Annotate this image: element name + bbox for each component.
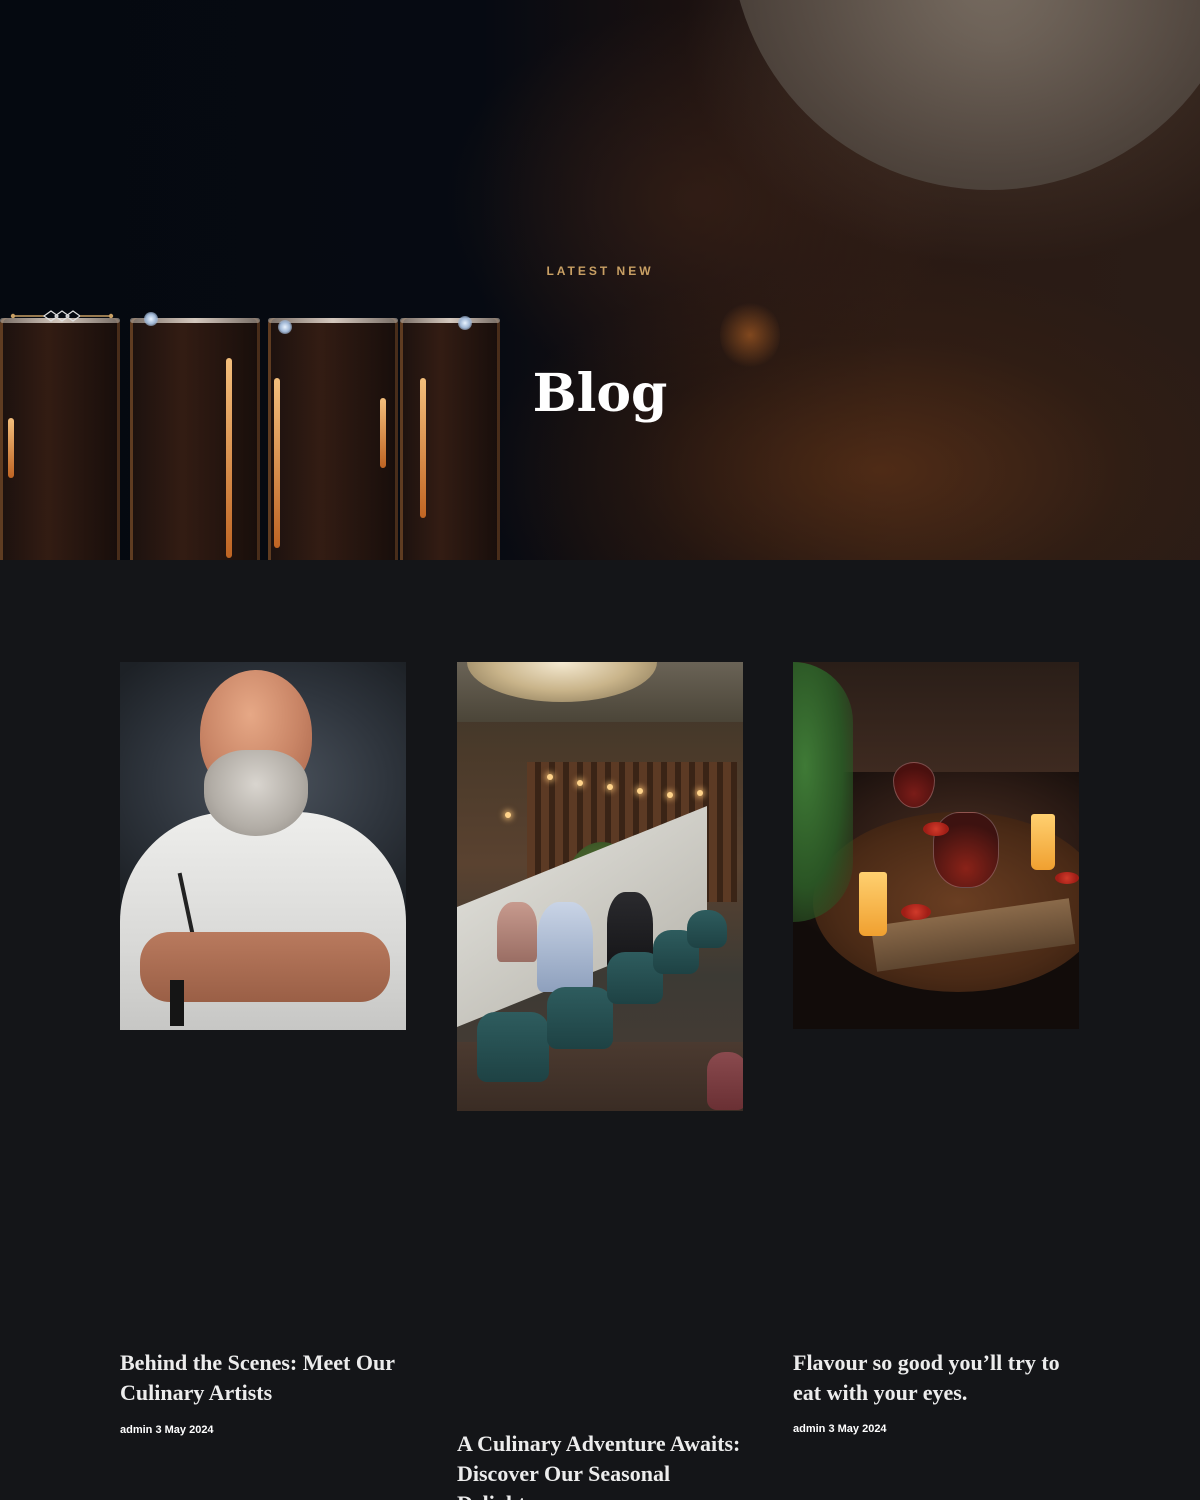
page-title: Blog — [532, 363, 668, 424]
blog-card-title[interactable]: Behind the Scenes: Meet Our Culinary Art… — [120, 1348, 406, 1408]
blog-card[interactable]: A Culinary Adventure Awaits: Discover Ou… — [457, 662, 743, 1500]
blog-card-image-chef[interactable] — [120, 662, 406, 1030]
blog-card-image-dinner[interactable] — [793, 662, 1079, 1029]
blog-card[interactable]: Behind the Scenes: Meet Our Culinary Art… — [120, 662, 406, 1436]
blog-card-meta: admin 3 May 2024 — [120, 1424, 214, 1436]
hero-background-plate — [730, 0, 1200, 190]
blog-card-title[interactable]: Flavour so good you’ll try to eat with y… — [793, 1348, 1079, 1408]
blog-card[interactable]: Flavour so good you’ll try to eat with y… — [793, 662, 1079, 1435]
hero-glass — [130, 312, 260, 560]
page: LATEST NEW Blog Behind the Scenes: Meet … — [0, 0, 1200, 1500]
ornament-divider-icon — [10, 310, 114, 322]
blog-card-image-restaurant[interactable] — [457, 662, 743, 1111]
hero-eyebrow: LATEST NEW — [546, 264, 654, 278]
hero-glass — [400, 316, 500, 560]
hero-glass — [0, 318, 120, 560]
hero-glass — [268, 318, 398, 560]
blog-card-meta: admin 3 May 2024 — [793, 1423, 887, 1435]
hero-banner: LATEST NEW Blog — [0, 0, 1200, 560]
blog-card-title[interactable]: A Culinary Adventure Awaits: Discover Ou… — [457, 1429, 743, 1500]
